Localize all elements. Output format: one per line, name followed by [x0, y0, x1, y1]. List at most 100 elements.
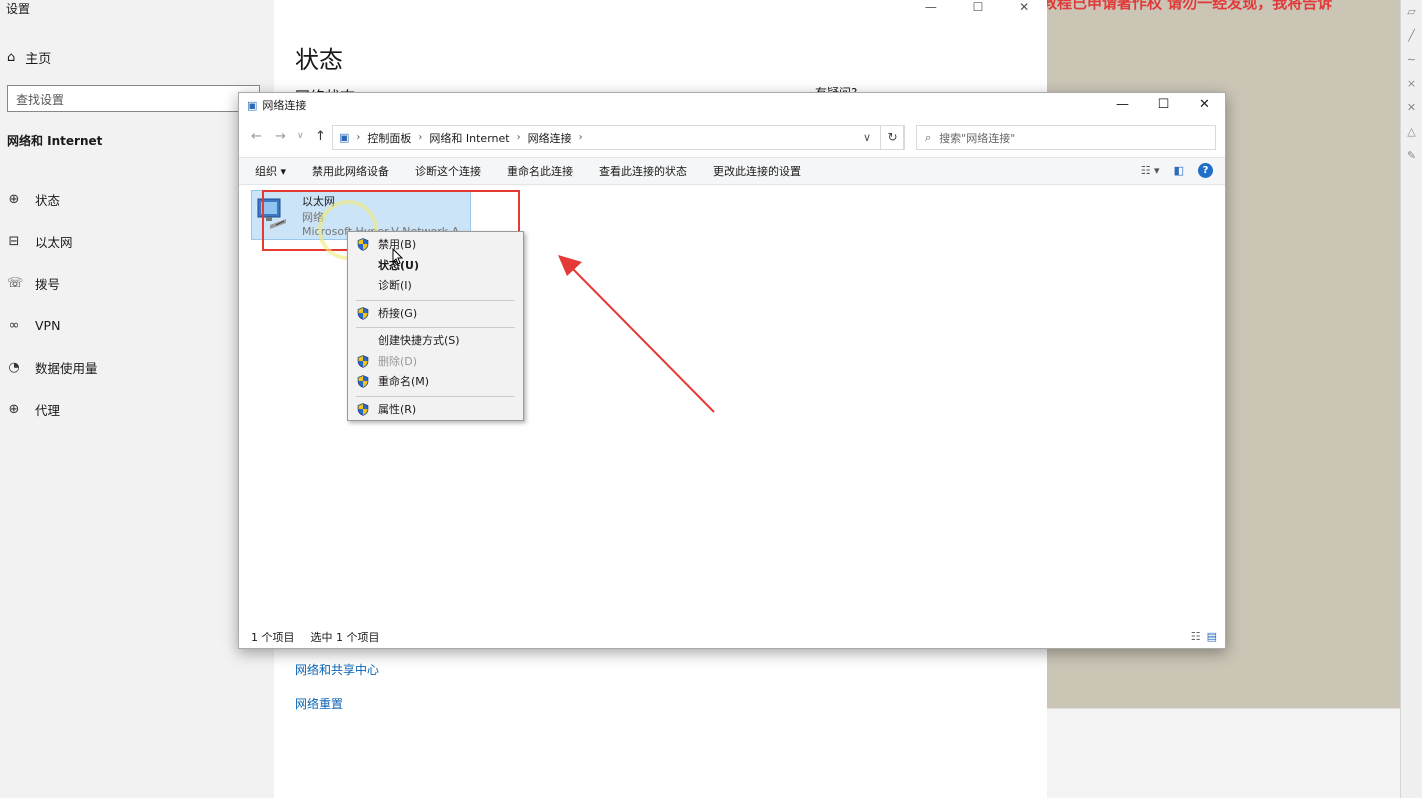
home-label: 主页 — [25, 52, 52, 67]
uac-shield-icon — [357, 375, 369, 395]
sidebar-item-ethernet[interactable]: ⊟ 以太网 — [7, 220, 98, 262]
breadcrumb-network-connections[interactable]: 网络连接 — [528, 130, 572, 146]
menu-item-label: 重命名(M) — [378, 375, 430, 388]
point-tool-icon[interactable]: × — [1401, 72, 1422, 96]
cross-tool-icon[interactable]: ✕ — [1401, 96, 1422, 120]
menu-item-properties[interactable]: 属性(R) — [348, 400, 523, 421]
home-icon: ⌂ — [7, 50, 16, 65]
change-settings-button[interactable]: 更改此连接的设置 — [713, 163, 801, 179]
menu-item-status[interactable]: 状态(U) — [348, 256, 523, 277]
network-sharing-center-link[interactable]: 网络和共享中心 — [295, 661, 379, 678]
close-icon[interactable]: ✕ — [1184, 93, 1225, 117]
globe-status-icon: ⊕ — [8, 191, 20, 207]
view-status-button[interactable]: 查看此连接的状态 — [599, 163, 687, 179]
data-usage-icon: ◔ — [8, 359, 20, 375]
menu-separator — [356, 299, 515, 301]
pen-tool-icon[interactable]: ✎ — [1401, 144, 1422, 168]
large-icons-view-icon[interactable]: ▤ — [1207, 630, 1217, 643]
rename-button[interactable]: 重命名此连接 — [507, 163, 573, 179]
recent-chevron-icon[interactable]: ∨ — [297, 131, 304, 141]
address-dropdown-icon[interactable]: ∨ — [863, 131, 871, 144]
sidebar-item-label: 数据使用量 — [35, 360, 98, 376]
breadcrumb-separator: › — [418, 132, 423, 143]
sidebar-item-label: 拨号 — [35, 276, 61, 292]
measure-tool-icon[interactable]: △ — [1401, 120, 1422, 144]
sidebar-item-label: 状态 — [35, 192, 61, 208]
menu-item-label: 桥接(G) — [378, 306, 418, 320]
menu-item-label: 创建快捷方式(S) — [378, 334, 460, 347]
minimize-icon[interactable]: — — [1102, 93, 1143, 117]
menu-item-delete: 删除(D) — [348, 352, 523, 373]
sidebar-item-label: VPN — [35, 317, 61, 333]
view-options-icon[interactable]: ☷ ▾ — [1141, 164, 1160, 177]
disable-device-button[interactable]: 禁用此网络设备 — [312, 163, 389, 179]
line-tool-icon[interactable]: ╱ — [1401, 24, 1422, 48]
diagnose-button[interactable]: 诊断这个连接 — [415, 163, 481, 179]
watermark-banner: 此教程已申请著作权 请勿一经发现，我将告诉 — [1027, 0, 1333, 12]
menu-separator — [356, 395, 515, 397]
menu-item-rename[interactable]: 重命名(M) — [348, 372, 523, 393]
window-title: 网络连接 — [262, 99, 307, 112]
close-icon[interactable]: ✕ — [1019, 0, 1029, 16]
menu-item-label: 属性(R) — [378, 402, 417, 416]
dialup-icon: ☏ — [7, 275, 24, 291]
up-arrow-icon[interactable]: ↑ — [315, 129, 326, 144]
status-bar: 1 个项目 选中 1 个项目 ☷ ▤ — [239, 626, 1225, 648]
breadcrumb-network-internet[interactable]: 网络和 Internet — [429, 130, 509, 146]
sidebar-item-vpn[interactable]: ∞ VPN — [7, 304, 98, 346]
search-placeholder: 搜索"网络连接" — [939, 131, 1016, 145]
sidebar-item-label: 代理 — [35, 402, 61, 418]
control-panel-icon: ▣ — [339, 131, 350, 144]
settings-sidebar: 设置 ⌂ 主页 查找设置 网络和 Internet ⊕ 状态 ⊟ 以太网 ☏ 拨号 ∞… — [0, 0, 274, 798]
section-title: 网络和 Internet — [7, 134, 103, 148]
network-reset-link[interactable]: 网络重置 — [295, 695, 343, 712]
search-input[interactable]: ⌕ 搜索"网络连接" — [916, 125, 1216, 150]
menu-item-label: 删除(D) — [378, 354, 418, 368]
maximize-icon[interactable]: ☐ — [1143, 93, 1184, 117]
home-nav-item[interactable]: ⌂ 主页 — [7, 48, 51, 67]
preview-pane-icon[interactable]: ◧ — [1174, 164, 1184, 177]
breadcrumb-separator: › — [356, 132, 361, 143]
curve-tool-icon[interactable]: ∼ — [1401, 48, 1422, 72]
page-title: 状态 — [295, 46, 343, 74]
maximize-icon[interactable]: ☐ — [973, 0, 984, 16]
sidebar-item-label: 以太网 — [35, 234, 73, 250]
menu-item-diagnose[interactable]: 诊断(I) — [348, 276, 523, 297]
shape-tool-icon[interactable]: ▱ — [1401, 0, 1422, 24]
refresh-button[interactable]: ↻ — [880, 125, 905, 150]
address-row: ← → ∨ ↑ ▣ › 控制面板 › 网络和 Internet › 网络连接 ›… — [239, 123, 1225, 153]
back-arrow-icon[interactable]: ← — [251, 129, 262, 144]
sidebar-item-data-usage[interactable]: ◔ 数据使用量 — [7, 346, 98, 388]
settings-search-input[interactable]: 查找设置 — [7, 85, 260, 112]
ethernet-icon: ⊟ — [8, 233, 20, 249]
forward-arrow-icon[interactable]: → — [275, 129, 286, 144]
settings-nav: ⊕ 状态 ⊟ 以太网 ☏ 拨号 ∞ VPN ◔ 数据使用量 ⊕ 代理 — [7, 178, 98, 430]
command-toolbar: 组织 ▾ 禁用此网络设备 诊断这个连接 重命名此连接 查看此连接的状态 更改此连… — [239, 157, 1225, 185]
breadcrumb-separator: › — [516, 132, 521, 143]
sidebar-item-proxy[interactable]: ⊕ 代理 — [7, 388, 98, 430]
uac-shield-icon — [357, 306, 369, 327]
app-title: 设置 — [6, 2, 31, 16]
mouse-pointer-icon — [392, 248, 404, 265]
background-panel — [1047, 708, 1400, 798]
settings-window-controls: — ☐ ✕ — [907, 0, 1047, 16]
details-view-icon[interactable]: ☷ — [1191, 630, 1201, 643]
sidebar-item-dialup[interactable]: ☏ 拨号 — [7, 262, 98, 304]
minimize-icon[interactable]: — — [925, 0, 937, 16]
drawing-tool-strip[interactable]: ▱ ╱ ∼ × ✕ △ ✎ — [1400, 0, 1422, 798]
sidebar-item-status[interactable]: ⊕ 状态 — [7, 178, 98, 220]
network-folder-icon: ▣ — [247, 98, 258, 112]
menu-item-create-shortcut[interactable]: 创建快捷方式(S) — [348, 331, 523, 352]
address-bar[interactable]: ▣ › 控制面板 › 网络和 Internet › 网络连接 › ∨ — [332, 125, 904, 150]
selected-count: 选中 1 个项目 — [310, 631, 380, 644]
menu-item-disable[interactable]: 禁用(B) — [348, 235, 523, 256]
window-titlebar[interactable]: ▣ 网络连接 — ☐ ✕ — [239, 93, 1225, 117]
breadcrumb-separator: › — [578, 132, 583, 143]
menu-item-label: 诊断(I) — [378, 279, 412, 292]
menu-separator — [356, 327, 515, 328]
uac-shield-icon — [357, 402, 369, 423]
organize-menu[interactable]: 组织 ▾ — [255, 163, 286, 179]
help-icon[interactable]: ? — [1198, 163, 1213, 178]
menu-item-bridge[interactable]: 桥接(G) — [348, 304, 523, 325]
breadcrumb-control-panel[interactable]: 控制面板 — [367, 130, 411, 146]
